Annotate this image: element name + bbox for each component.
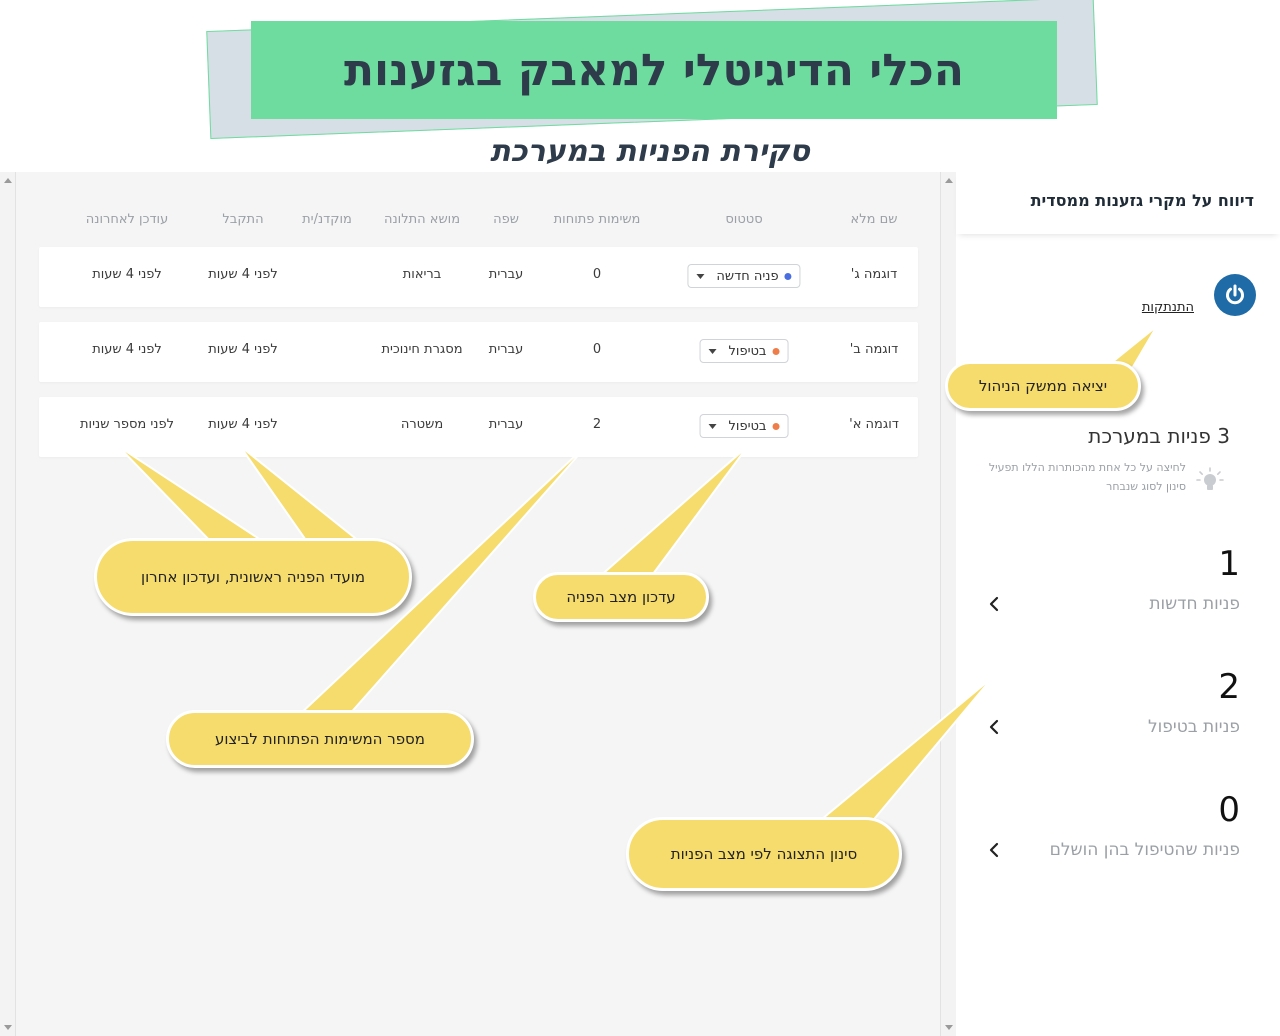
scroll-up-icon[interactable] <box>945 178 953 183</box>
column-header-language[interactable]: שפה <box>493 212 519 227</box>
column-header-subject[interactable]: מושא התלונה <box>384 212 460 227</box>
status-dropdown[interactable]: פניה חדשה <box>687 264 801 288</box>
cell-subject: מסגרת חינוכית <box>381 342 463 357</box>
scroll-down-icon[interactable] <box>4 1025 12 1030</box>
cell-updated: לפני 4 שעות <box>92 267 162 282</box>
lightbulb-icon <box>1196 467 1224 490</box>
status-value: פניה חדשה <box>716 268 779 284</box>
filter-in-treatment[interactable]: 2 פניות בטיפול <box>980 667 1240 757</box>
cell-open-tasks: 0 <box>592 342 602 357</box>
filter-label: פניות שהטיפול בהן הושלם <box>1049 840 1240 860</box>
banner-title: הכלי הדיגיטלי למאבק בגזענות <box>343 44 965 96</box>
cell-name: דוגמה ג' <box>850 267 898 282</box>
caret-down-icon <box>696 273 705 279</box>
caret-down-icon <box>708 423 717 429</box>
table-row[interactable]: דוגמה ב' בטיפול 0 עברית מסגרת חינוכית לפ… <box>39 322 918 382</box>
status-dot-icon <box>772 422 780 430</box>
scrollbar-left[interactable] <box>0 172 16 1036</box>
chevron-left-icon[interactable] <box>988 596 1000 612</box>
status-dot-icon <box>784 272 792 280</box>
page-subtitle: סקירת הפניות במערכת <box>490 134 810 169</box>
scroll-up-icon[interactable] <box>4 178 12 183</box>
status-value: בטיפול <box>728 343 767 359</box>
status-value: בטיפול <box>728 418 767 434</box>
sidebar-header: דיווח על מקרי גזענות ממסדית <box>956 172 1280 234</box>
cell-name: דוגמה א' <box>849 417 899 432</box>
status-dropdown[interactable]: בטיפול <box>699 414 789 438</box>
column-header-updated[interactable]: עודכן לאחרונה <box>86 212 168 227</box>
status-dropdown[interactable]: בטיפול <box>699 339 789 363</box>
caret-down-icon <box>708 348 717 354</box>
chevron-left-icon[interactable] <box>988 842 1000 858</box>
table-row[interactable]: דוגמה א' בטיפול 2 עברית משטרה לפני 4 שעו… <box>39 397 918 457</box>
chevron-left-icon[interactable] <box>988 719 1000 735</box>
sidebar: דיווח על מקרי גזענות ממסדית התנתקות 3 פנ… <box>956 172 1280 1036</box>
scroll-down-icon[interactable] <box>945 1025 953 1030</box>
banner: הכלי הדיגיטלי למאבק בגזענות <box>251 21 1057 119</box>
cell-received: לפני 4 שעות <box>208 342 278 357</box>
filter-hint: לחיצה על כל אחת מהכותרות הללו תפעיל סינו… <box>988 461 1186 493</box>
column-header-open-tasks[interactable]: משימות פתוחות <box>554 212 641 227</box>
column-header-received[interactable]: התקבל <box>222 212 263 227</box>
column-header-status[interactable]: סטטוס <box>725 212 762 227</box>
status-dot-icon <box>772 347 780 355</box>
cell-open-tasks: 2 <box>592 417 602 432</box>
cell-language: עברית <box>488 267 524 282</box>
filter-label: פניות חדשות <box>1149 594 1240 614</box>
cell-language: עברית <box>488 417 524 432</box>
cell-name: דוגמה ב' <box>849 342 899 357</box>
logout-link[interactable]: התנתקות <box>1142 300 1194 315</box>
cell-subject: משטרה <box>400 417 444 432</box>
filter-completed[interactable]: 0 פניות שהטיפול בהן הושלם <box>980 790 1240 880</box>
cell-updated: לפני מספר שניות <box>79 417 175 432</box>
sidebar-title: דיווח על מקרי גזענות ממסדית <box>1030 191 1254 210</box>
column-header-agent[interactable]: מוקדנ/ית <box>302 212 352 227</box>
column-header-name[interactable]: שם מלא <box>851 212 898 227</box>
cell-received: לפני 4 שעות <box>208 267 278 282</box>
callout-dates: מועדי הפניה ראשונית, ועדכון אחרון <box>94 538 412 616</box>
filter-label: פניות בטיפול <box>1148 717 1240 737</box>
scrollbar-right[interactable] <box>940 172 956 1036</box>
callout-tasks: מספר המשימות הפתוחות לביצוע <box>166 710 474 768</box>
requests-count-title: 3 פניות במערכת <box>1088 424 1230 448</box>
cell-language: עברית <box>488 342 524 357</box>
callout-filter: סינון התצוגה לפי מצב הפניות <box>626 817 902 891</box>
cell-subject: בריאות <box>402 267 442 282</box>
callout-status: עדכון מצב הפניה <box>533 572 709 622</box>
filter-new-requests[interactable]: 1 פניות חדשות <box>980 544 1240 634</box>
filter-count: 1 <box>1218 544 1240 584</box>
table-row[interactable]: דוגמה ג' פניה חדשה 0 עברית בריאות לפני 4… <box>39 247 918 307</box>
filter-count: 0 <box>1218 790 1240 830</box>
filter-count: 2 <box>1218 667 1240 707</box>
callout-logout: יציאה ממשק הניהול <box>945 361 1141 411</box>
cell-received: לפני 4 שעות <box>208 417 278 432</box>
power-icon[interactable] <box>1214 274 1256 316</box>
table-header: שם מלא סטטוס משימות פתוחות שפה מושא התלו… <box>0 212 956 232</box>
cell-updated: לפני 4 שעות <box>92 342 162 357</box>
cell-open-tasks: 0 <box>592 267 602 282</box>
